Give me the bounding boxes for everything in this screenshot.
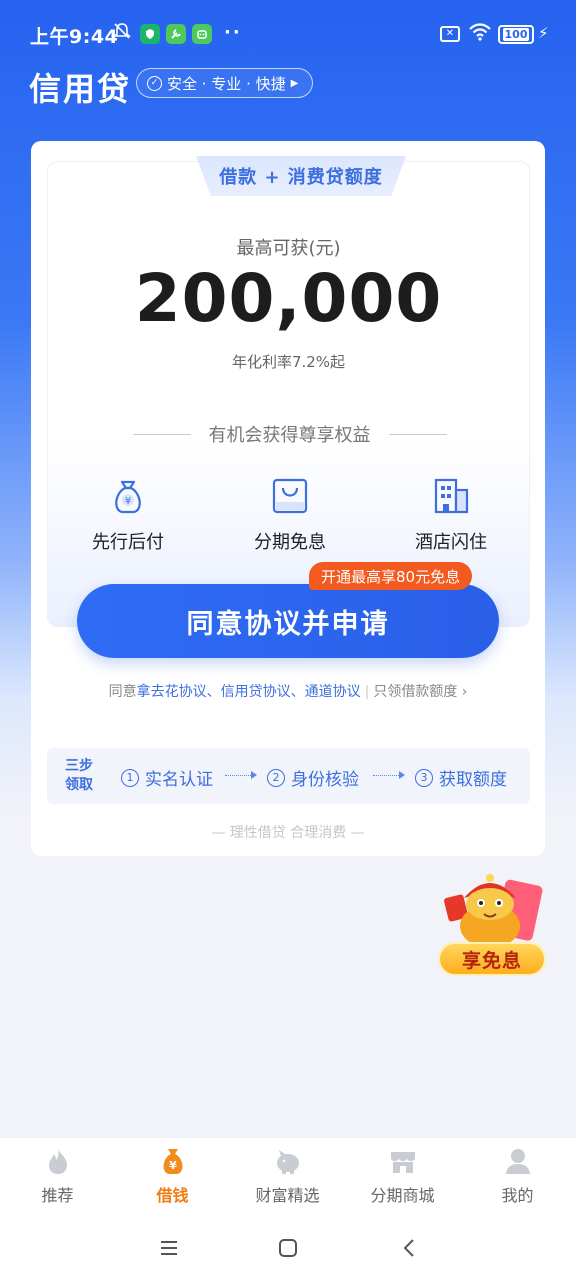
mute-bell-icon bbox=[112, 21, 132, 41]
step-number: 3 bbox=[415, 768, 433, 787]
loan-only-link[interactable]: 只领借款额度 bbox=[373, 684, 457, 700]
step-get-quota: 3 获取额度 bbox=[415, 765, 507, 790]
nav-label: 借钱 bbox=[156, 1186, 189, 1205]
feature-label: 酒店闪住 bbox=[415, 532, 487, 553]
credit-loan-card: 借款 + 消费贷额度 最高可获(元) 200,000 年化利率7.2%起 有机会… bbox=[31, 141, 545, 856]
person-icon bbox=[503, 1146, 533, 1176]
nav-label: 分期商城 bbox=[370, 1186, 435, 1205]
nav-item-wealth[interactable]: 财富精选 bbox=[230, 1146, 345, 1206]
recent-apps-icon[interactable] bbox=[154, 1233, 184, 1263]
divider bbox=[388, 433, 447, 435]
flame-icon bbox=[43, 1146, 73, 1176]
money-bag-icon: ¥ bbox=[158, 1146, 188, 1176]
feature-pay-later[interactable]: ¥ 先行后付 bbox=[68, 476, 188, 554]
system-nav-bar bbox=[0, 1215, 576, 1280]
battery-icon: 100 bbox=[498, 25, 534, 44]
step-number: 1 bbox=[121, 768, 139, 787]
hotel-icon bbox=[431, 476, 471, 516]
steps-title: 三步 领取 bbox=[65, 758, 93, 793]
back-icon[interactable] bbox=[394, 1233, 424, 1263]
feature-list: ¥ 先行后付 分期免息 酒店闪住 bbox=[48, 476, 529, 556]
battery-level: 100 bbox=[502, 28, 530, 41]
shopping-bag-icon bbox=[270, 476, 310, 516]
interest-rate-text: 年化利率7.2%起 bbox=[231, 353, 346, 371]
feature-label: 分期免息 bbox=[254, 532, 326, 553]
nav-label: 我的 bbox=[501, 1186, 534, 1205]
page-title: 信用贷 bbox=[29, 70, 132, 108]
slogan: — 理性借贷 合理消费 — bbox=[211, 825, 365, 841]
quota-panel: 借款 + 消费贷额度 最高可获(元) 200,000 年化利率7.2%起 有机会… bbox=[47, 156, 530, 627]
chevron-right-icon: › bbox=[457, 684, 468, 700]
quota-type-tab: 借款 + 消费贷额度 bbox=[196, 156, 406, 196]
step-label: 获取额度 bbox=[439, 770, 507, 790]
tool-app-icon bbox=[166, 24, 186, 44]
step-number: 2 bbox=[267, 768, 285, 787]
nav-item-installment-mall[interactable]: 分期商城 bbox=[345, 1146, 460, 1206]
robot-app-icon bbox=[192, 24, 212, 44]
arrow-right-icon bbox=[225, 771, 257, 779]
status-bar: 上午9:44 ·· ✕ 100 ⚡ bbox=[0, 0, 576, 72]
lion-mascot-icon bbox=[444, 874, 543, 948]
step-label: 身份核验 bbox=[291, 770, 359, 790]
bottom-nav: 推荐 ¥ 借钱 财富精选 分期商城 我的 bbox=[0, 1137, 576, 1215]
more-notifications-icon: ·· bbox=[224, 22, 242, 43]
nav-item-recommend[interactable]: 推荐 bbox=[0, 1146, 115, 1206]
three-steps-bar: 三步 领取 1 实名认证 2 身份核验 3 获取额度 bbox=[47, 748, 530, 804]
agreement-prefix: 同意 bbox=[108, 684, 137, 700]
check-circle-icon: ✓ bbox=[147, 75, 162, 91]
agree-and-apply-button[interactable]: 同意协议并申请 bbox=[77, 584, 499, 658]
step-label: 实名认证 bbox=[145, 770, 213, 790]
benefit-heading-text: 有机会获得尊享权益 bbox=[208, 425, 371, 446]
money-bag-icon: ¥ bbox=[108, 476, 148, 516]
status-time: 上午9:44 bbox=[30, 26, 119, 48]
arrow-right-icon bbox=[373, 771, 405, 779]
max-amount-value: 200,000 bbox=[134, 260, 443, 337]
step-identity: 2 身份核验 bbox=[267, 765, 359, 790]
piggy-bank-icon bbox=[273, 1146, 303, 1176]
step-real-name: 1 实名认证 bbox=[121, 765, 213, 790]
max-amount-label: 最高可获(元) bbox=[236, 238, 341, 259]
feature-hotel[interactable]: 酒店闪住 bbox=[391, 476, 511, 554]
agreement-line: 同意拿去花协议、信用贷协议、通道协议 | 只领借款额度 › bbox=[108, 684, 468, 700]
interest-free-button[interactable]: 享免息 bbox=[438, 942, 546, 976]
shield-app-icon bbox=[140, 24, 160, 44]
chevron-right-icon: ▶ bbox=[290, 77, 299, 89]
feature-label: 先行后付 bbox=[92, 532, 164, 553]
svg-text:¥: ¥ bbox=[169, 1159, 177, 1172]
wifi-icon bbox=[468, 22, 492, 46]
agreement-links[interactable]: 拿去花协议、信用贷协议、通道协议 bbox=[137, 684, 361, 700]
feature-installment-free[interactable]: 分期免息 bbox=[230, 476, 350, 554]
home-icon[interactable] bbox=[273, 1233, 303, 1263]
store-icon bbox=[388, 1146, 418, 1176]
nav-item-mine[interactable]: 我的 bbox=[460, 1146, 575, 1206]
nav-item-borrow[interactable]: ¥ 借钱 bbox=[115, 1146, 230, 1206]
safety-tagline-text: 安全 · 专业 · 快捷 bbox=[167, 74, 286, 93]
charging-icon: ⚡ bbox=[538, 24, 549, 42]
floating-promo[interactable]: 享免息 bbox=[438, 868, 546, 976]
benefit-heading: 有机会获得尊享权益 bbox=[128, 421, 451, 447]
svg-text:¥: ¥ bbox=[125, 496, 131, 507]
safety-tagline-pill[interactable]: ✓ 安全 · 专业 · 快捷 ▶ bbox=[136, 68, 314, 98]
no-sim-icon: ✕ bbox=[440, 26, 460, 42]
nav-label: 推荐 bbox=[41, 1186, 74, 1205]
divider bbox=[132, 433, 191, 435]
nav-label: 财富精选 bbox=[255, 1186, 320, 1205]
promo-badge: 开通最高享80元免息 bbox=[309, 562, 473, 590]
